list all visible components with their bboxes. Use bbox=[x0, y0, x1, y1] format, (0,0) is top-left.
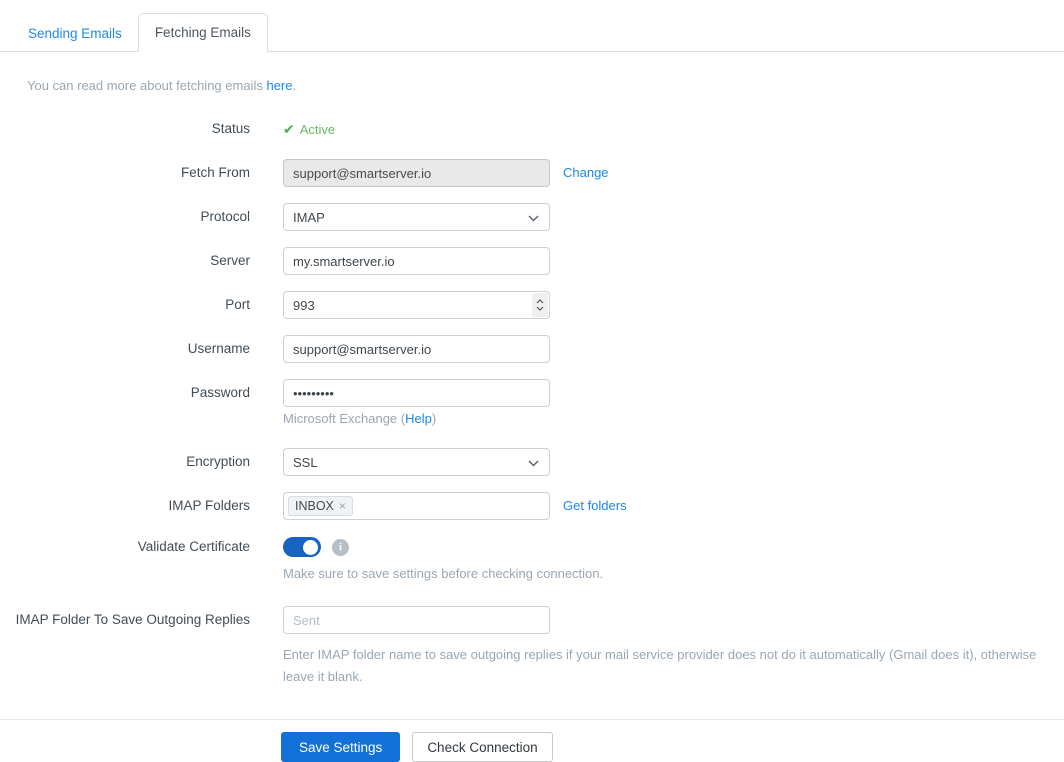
imap-save-folder-row: IMAP Folder To Save Outgoing Replies Ent… bbox=[0, 606, 1064, 688]
status-text: Active bbox=[299, 122, 336, 137]
port-label: Port bbox=[225, 297, 250, 312]
protocol-selected-value: IMAP bbox=[293, 209, 325, 225]
protocol-select[interactable]: IMAP bbox=[283, 203, 550, 231]
form-footer: Save Settings Check Connection bbox=[0, 719, 1064, 762]
password-input[interactable] bbox=[283, 379, 550, 407]
toggle-knob bbox=[303, 539, 318, 555]
status-row: Status ✔ Active bbox=[0, 119, 1064, 138]
check-icon: ✔ bbox=[283, 121, 295, 137]
fetch-from-row: Fetch From Change bbox=[0, 159, 1064, 187]
imap-save-folder-label: IMAP Folder To Save Outgoing Replies bbox=[15, 612, 250, 627]
folder-tag-text: INBOX bbox=[295, 499, 334, 513]
chevron-down-icon bbox=[528, 210, 539, 225]
validate-certificate-toggle[interactable] bbox=[283, 537, 321, 557]
port-input[interactable] bbox=[283, 291, 550, 319]
exchange-note: Microsoft Exchange (Help) bbox=[283, 411, 437, 426]
validate-certificate-row: Validate Certificate i Make sure to save… bbox=[0, 537, 1064, 581]
username-label: Username bbox=[187, 341, 250, 356]
number-stepper[interactable] bbox=[532, 293, 548, 317]
port-row: Port bbox=[0, 291, 1064, 319]
password-row: Password bbox=[0, 379, 1064, 407]
status-value: ✔ Active bbox=[283, 119, 335, 138]
intro-text: You can read more about fetching emails … bbox=[27, 78, 297, 93]
protocol-row: Protocol IMAP bbox=[0, 203, 1064, 231]
encryption-label: Encryption bbox=[186, 454, 250, 469]
server-row: Server bbox=[0, 247, 1064, 275]
server-label: Server bbox=[210, 253, 250, 268]
password-note-row: Microsoft Exchange (Help) bbox=[0, 411, 1064, 426]
imap-save-folder-help: Enter IMAP folder name to save outgoing … bbox=[283, 647, 1037, 684]
status-label: Status bbox=[211, 121, 250, 136]
stepper-down-icon bbox=[536, 306, 544, 311]
server-input[interactable] bbox=[283, 247, 550, 275]
get-folders-link[interactable]: Get folders bbox=[563, 492, 627, 520]
imap-folders-input[interactable]: INBOX × bbox=[283, 492, 550, 520]
encryption-selected-value: SSL bbox=[293, 454, 318, 470]
validate-certificate-label: Validate Certificate bbox=[137, 539, 250, 554]
chevron-down-icon bbox=[528, 455, 539, 470]
password-label: Password bbox=[190, 385, 250, 400]
username-input[interactable] bbox=[283, 335, 550, 363]
tab-bar: Sending Emails Fetching Emails bbox=[0, 0, 1064, 52]
imap-folders-row: IMAP Folders INBOX × Get folders bbox=[0, 492, 1064, 520]
encryption-select[interactable]: SSL bbox=[283, 448, 550, 476]
read-more-link[interactable]: here bbox=[266, 78, 292, 93]
info-icon: i bbox=[332, 538, 349, 556]
username-row: Username bbox=[0, 335, 1064, 363]
tab-sending-emails[interactable]: Sending Emails bbox=[12, 15, 138, 52]
change-link[interactable]: Change bbox=[563, 159, 609, 187]
save-before-check-note: Make sure to save settings before checki… bbox=[283, 566, 604, 581]
encryption-row: Encryption SSL bbox=[0, 448, 1064, 476]
fetch-from-input bbox=[283, 159, 550, 187]
fetch-from-label: Fetch From bbox=[180, 165, 250, 180]
tab-fetching-emails[interactable]: Fetching Emails bbox=[137, 13, 268, 52]
exchange-help-link[interactable]: Help bbox=[405, 411, 432, 426]
folder-tag: INBOX × bbox=[288, 496, 353, 516]
remove-tag-icon[interactable]: × bbox=[339, 499, 346, 513]
imap-save-folder-input[interactable] bbox=[283, 606, 550, 634]
protocol-label: Protocol bbox=[200, 209, 250, 224]
fetching-emails-form: Status ✔ Active Fetch From Change Protoco… bbox=[0, 119, 1064, 688]
imap-folders-label: IMAP Folders bbox=[168, 498, 250, 513]
stepper-up-icon bbox=[536, 299, 544, 304]
